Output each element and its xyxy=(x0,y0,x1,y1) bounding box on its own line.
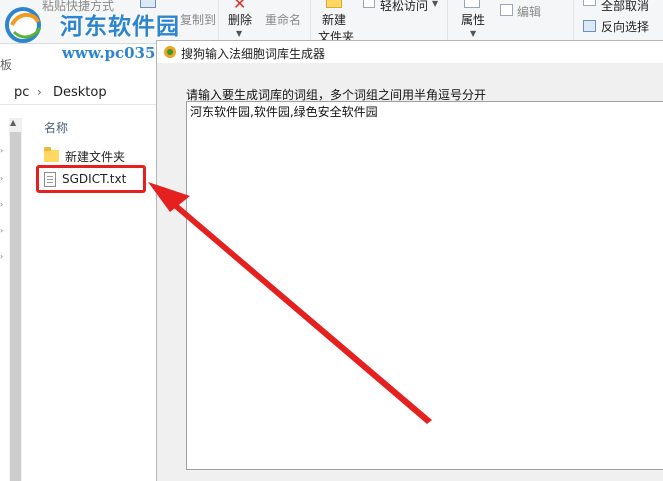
nav-expand-icon[interactable]: › xyxy=(0,200,3,209)
dict-generator-window: 搜狗输入法细胞词库生成器 请输入要生成词库的词组，多个词组之间用半角逗号分开 河… xyxy=(156,40,663,481)
nav-expand-icon[interactable]: › xyxy=(0,174,3,183)
properties-dropdown-icon[interactable]: ▼ xyxy=(470,29,476,38)
select-none-button[interactable]: 全部取消 xyxy=(601,0,649,14)
edit-icon[interactable] xyxy=(500,4,513,16)
nav-scrollbar-thumb[interactable] xyxy=(10,132,21,481)
easy-access-icon[interactable] xyxy=(363,0,375,8)
delete-button[interactable]: 删除 xyxy=(228,11,252,28)
ribbon-divider xyxy=(447,0,448,43)
delete-icon[interactable]: ✕ xyxy=(233,0,249,12)
new-folder-icon[interactable] xyxy=(326,0,342,8)
ribbon-divider xyxy=(573,0,574,43)
list-item-folder[interactable]: 新建文件夹 xyxy=(44,146,125,166)
folder-icon xyxy=(44,147,59,162)
nav-expand-icon[interactable]: › xyxy=(0,146,3,155)
breadcrumb-chevron-icon[interactable]: › xyxy=(37,85,42,99)
generator-window-title: 搜狗输入法细胞词库生成器 xyxy=(181,47,326,61)
easy-access-button[interactable]: 轻松访问 xyxy=(380,0,428,14)
column-header-name[interactable]: 名称 xyxy=(44,119,68,136)
scroll-up-arrow-icon[interactable]: ▲ xyxy=(10,118,16,127)
sogou-app-icon xyxy=(164,46,176,58)
ribbon-divider xyxy=(218,0,219,43)
new-folder-button[interactable]: 新建 xyxy=(322,11,346,28)
invert-selection-icon[interactable] xyxy=(583,20,596,32)
file-name: 新建文件夹 xyxy=(65,149,126,164)
copy-to-button[interactable]: 复制到 xyxy=(180,11,216,28)
properties-icon[interactable] xyxy=(464,0,480,8)
nav-expand-icon[interactable]: › xyxy=(0,252,3,261)
rename-button[interactable]: 重命名 xyxy=(265,11,301,28)
generator-title-bar[interactable]: 搜狗输入法细胞词库生成器 xyxy=(157,41,663,63)
watermark-logo-icon xyxy=(5,7,42,43)
phrase-input-textarea[interactable]: 河东软件园,软件园,绿色安全软件园 xyxy=(186,101,663,470)
address-bar[interactable]: pc › Desktop xyxy=(0,81,170,105)
watermark-title: 河东软件园 xyxy=(60,14,180,40)
edit-button[interactable]: 编辑 xyxy=(517,3,541,20)
select-none-icon[interactable] xyxy=(583,0,596,6)
ribbon-divider xyxy=(310,0,311,43)
breadcrumb-pc[interactable]: pc xyxy=(14,85,29,100)
breadcrumb-desktop[interactable]: Desktop xyxy=(53,85,107,100)
nav-expand-icon[interactable]: › xyxy=(0,226,3,235)
easy-access-dropdown-icon[interactable]: ▼ xyxy=(432,0,438,8)
delete-dropdown-icon[interactable]: ▼ xyxy=(236,29,242,38)
properties-button[interactable]: 属性 xyxy=(461,11,485,28)
annotation-highlight-box xyxy=(36,165,146,193)
invert-selection-button[interactable]: 反向选择 xyxy=(601,18,649,35)
clipboard-group-label: 板 xyxy=(0,58,13,72)
